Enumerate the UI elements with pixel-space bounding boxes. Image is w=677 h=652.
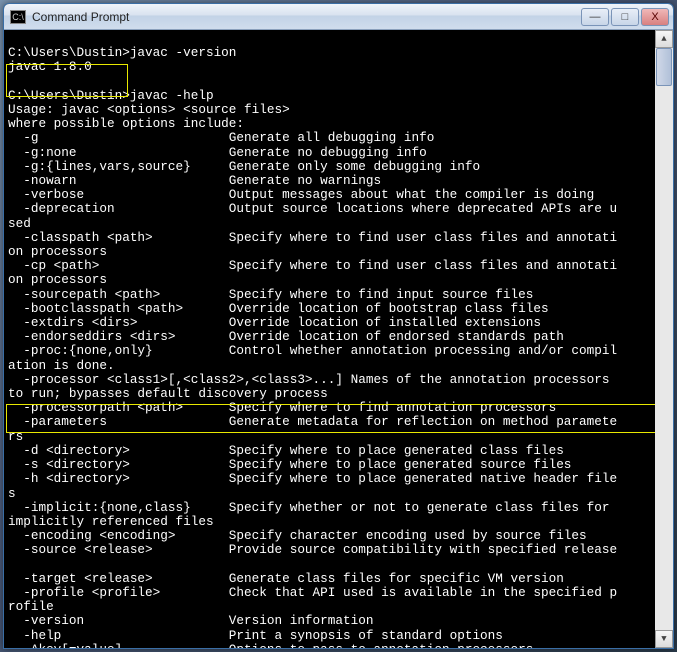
maximize-button[interactable]: □ <box>611 8 639 26</box>
titlebar[interactable]: C:\ Command Prompt — □ X <box>4 4 673 30</box>
scroll-track[interactable] <box>655 48 673 630</box>
cmd-icon: C:\ <box>10 10 26 24</box>
close-button[interactable]: X <box>641 8 669 26</box>
window-buttons: — □ X <box>581 8 669 26</box>
scroll-down-button[interactable]: ▼ <box>655 630 673 648</box>
console-output[interactable]: C:\Users\Dustin>javac -version javac 1.8… <box>4 30 655 648</box>
minimize-button[interactable]: — <box>581 8 609 26</box>
console-area: C:\Users\Dustin>javac -version javac 1.8… <box>4 30 673 648</box>
scroll-up-button[interactable]: ▲ <box>655 30 673 48</box>
command-prompt-window: C:\ Command Prompt — □ X C:\Users\Dustin… <box>3 3 674 649</box>
window-title: Command Prompt <box>32 10 581 24</box>
vertical-scrollbar[interactable]: ▲ ▼ <box>655 30 673 648</box>
scroll-thumb[interactable] <box>656 48 672 86</box>
